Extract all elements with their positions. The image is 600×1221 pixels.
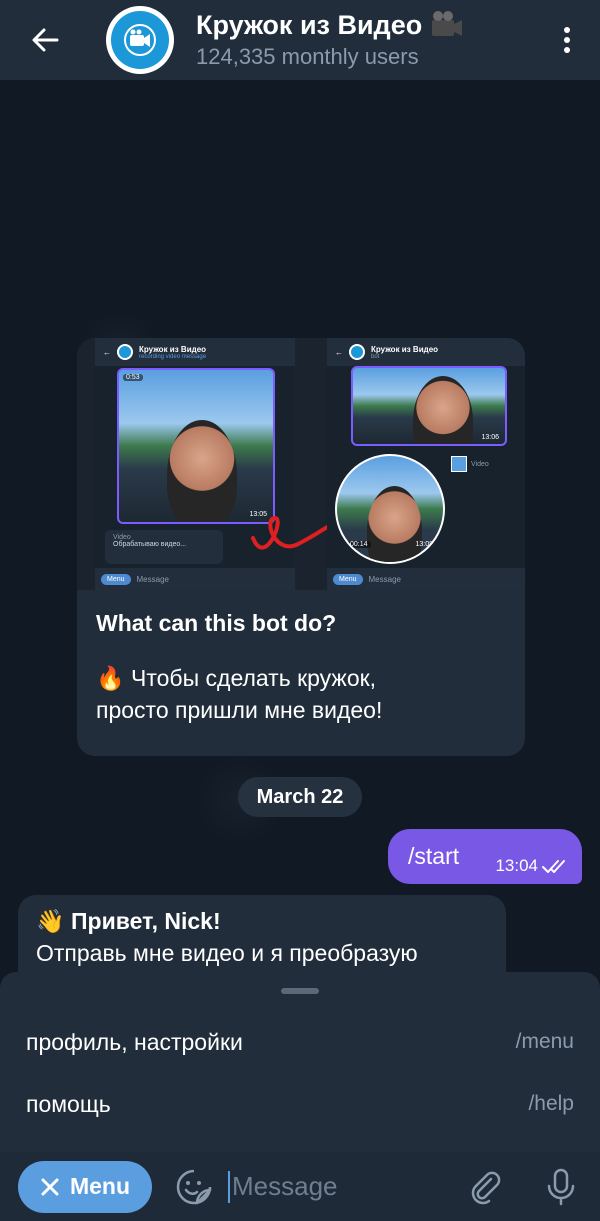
- command-label: профиль, настройки: [26, 1028, 243, 1055]
- double-check-icon: [542, 860, 565, 873]
- arrow-left-icon: [32, 28, 59, 52]
- outgoing-message-meta: 13:04: [495, 856, 570, 876]
- sheet-drag-handle[interactable]: [281, 988, 319, 994]
- attach-button[interactable]: [462, 1164, 508, 1210]
- chat-header: Кружок из Видео 124,335 monthly users: [0, 0, 600, 80]
- voice-record-button[interactable]: [538, 1164, 584, 1210]
- more-options-button[interactable]: [542, 5, 592, 75]
- chat-area[interactable]: ← Кружок из Видео recording video messag…: [0, 80, 600, 980]
- message-input-placeholder: Message: [232, 1171, 338, 1201]
- message-input[interactable]: Message: [228, 1170, 462, 1203]
- paperclip-icon: [471, 1171, 501, 1204]
- command-name: /help: [528, 1092, 574, 1115]
- video-camera-icon: [124, 24, 156, 56]
- text-cursor: [228, 1170, 230, 1203]
- outgoing-message[interactable]: /start 13:04: [388, 829, 582, 884]
- command-name: /menu: [515, 1030, 574, 1053]
- chat-title-text: Кружок из Видео: [196, 10, 423, 40]
- incoming-message[interactable]: 👋 Привет, Nick! Отправь мне видео и я пр…: [18, 895, 506, 980]
- outgoing-message-text: /start: [408, 843, 460, 869]
- sticker-button[interactable]: [174, 1167, 214, 1207]
- more-vertical-icon: [564, 27, 570, 53]
- bot-intro-card: ← Кружок из Видео recording video messag…: [77, 338, 525, 756]
- preview-right-screen: ← Кружок из Видео bot 13:06 00:14 13:08: [327, 338, 525, 590]
- bot-menu-button[interactable]: Menu: [18, 1160, 152, 1213]
- close-icon: [41, 1178, 59, 1195]
- bot-avatar[interactable]: [106, 6, 174, 74]
- bot-menu-label: Menu: [69, 1173, 131, 1199]
- incoming-message-text: Отправь мне видео и я преобразую: [36, 940, 418, 966]
- microphone-icon: [547, 1168, 575, 1205]
- command-item-help[interactable]: помощь /help: [0, 1072, 600, 1136]
- date-separator: March 22: [238, 777, 362, 817]
- back-button[interactable]: [10, 5, 80, 75]
- bot-commands-sheet: профиль, настройки /menu помощь /help: [0, 972, 600, 1152]
- chat-title: Кружок из Видео: [196, 8, 542, 42]
- command-label: помощь: [26, 1090, 111, 1117]
- message-time: 13:04: [495, 856, 538, 875]
- incoming-message-greeting: 👋 Привет, Nick!: [36, 908, 221, 934]
- intro-card-title: What can this bot do?: [96, 610, 337, 636]
- intro-card-text: 🔥 Чтобы сделать кружок, просто пришли мн…: [96, 662, 506, 726]
- video-camera-icon: [432, 11, 463, 36]
- intro-card-line-2: просто пришли мне видео!: [96, 697, 383, 723]
- sticker-smiley-icon: [176, 1169, 212, 1204]
- command-item-menu[interactable]: профиль, настройки /menu: [0, 1010, 600, 1074]
- intro-card-line-1: 🔥 Чтобы сделать кружок,: [96, 665, 377, 691]
- bot-preview-image: ← Кружок из Видео recording video messag…: [77, 338, 525, 590]
- chat-subtitle: 124,335 monthly users: [196, 44, 419, 69]
- chat-title-area[interactable]: Кружок из Видео 124,335 monthly users: [196, 8, 542, 72]
- message-input-bar: Menu Message: [0, 1152, 600, 1221]
